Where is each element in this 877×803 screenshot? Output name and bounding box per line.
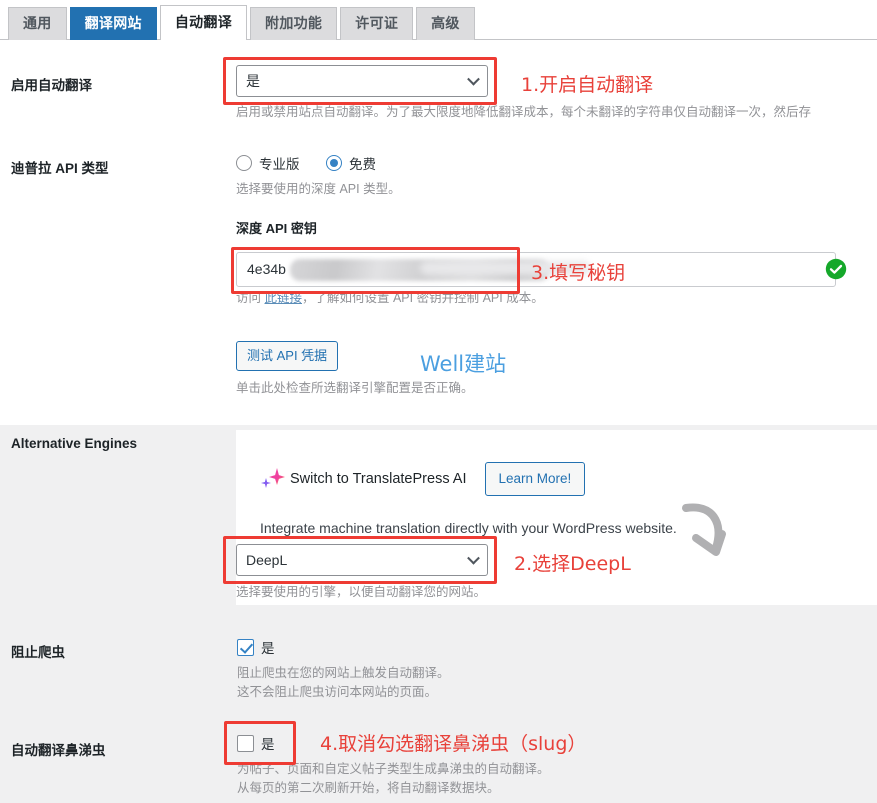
annotation-step3: 3.填写秘钥 (531, 262, 626, 284)
radio-pro-label: 专业版 (259, 157, 300, 172)
label-deepl-api-type: 迪普拉 API 类型 (11, 161, 109, 176)
label-block-crawlers: 阻止爬虫 (11, 645, 65, 660)
promo-title: Switch to TranslatePress AI (290, 471, 467, 487)
tab-general[interactable]: 通用 (8, 7, 67, 40)
api-key-description: 访问 此链接，了解如何设置 API 密钥并控制 API 成本。 (236, 290, 544, 307)
block-crawlers-checkbox-label: 是 (261, 641, 275, 656)
promo-subtitle: Integrate machine translation directly w… (260, 520, 677, 536)
annotation-step2: 2.选择DeepL (514, 553, 631, 575)
tab-translate-site[interactable]: 翻译网站 (69, 7, 157, 40)
api-key-value: 4e34b (247, 261, 286, 277)
api-key-desc-before: 访问 (236, 291, 265, 305)
annotation-step1: 1.开启自动翻译 (521, 74, 654, 96)
test-api-description: 单击此处检查所选翻译引擎配置是否正确。 (236, 381, 474, 395)
translation-engine-select[interactable]: DeepL (236, 544, 488, 576)
block-crawlers-checkbox-option[interactable]: 是 (237, 637, 275, 657)
auto-translate-slugs-description-1: 为帖子、页面和自定义帖子类型生成鼻涕虫的自动翻译。 (237, 762, 550, 776)
auto-translate-slugs-checkbox-label: 是 (261, 737, 275, 752)
tab-license[interactable]: 许可证 (340, 7, 414, 40)
settings-page: 通用 翻译网站 自动翻译 附加功能 许可证 高级 启用自动翻译 是 启用或禁用站… (0, 0, 877, 803)
auto-translate-slugs-checkbox[interactable] (237, 734, 254, 752)
learn-more-button[interactable]: Learn More! (484, 462, 586, 496)
api-key-desc-after: ，了解如何设置 API 密钥并控制 API 成本。 (302, 291, 544, 305)
tab-automatic-translation[interactable]: 自动翻译 (159, 5, 248, 41)
row-deepl-api-type: 迪普拉 API 类型 专业版 免费 选择要使用的深度 API 类型。 (0, 150, 877, 196)
radio-free-label: 免费 (348, 157, 376, 172)
chevron-down-icon (467, 72, 480, 86)
api-key-redaction (290, 259, 590, 281)
valid-check-icon (825, 258, 847, 280)
radio-option-pro[interactable]: 专业版 (236, 153, 300, 173)
label-alternative-engines: Alternative Engines (11, 436, 138, 451)
radio-free-input[interactable] (325, 155, 342, 171)
tab-addons[interactable]: 附加功能 (250, 7, 338, 40)
label-enable-auto-translation: 启用自动翻译 (11, 78, 92, 93)
tab-advanced[interactable]: 高级 (416, 7, 475, 40)
block-crawlers-checkbox[interactable] (237, 638, 254, 656)
watermark-well-jianzhan: Well建站 (420, 352, 507, 376)
row-enable-auto-translation: 启用自动翻译 是 启用或禁用站点自动翻译。为了最大限度地降低翻译成本，每个未翻译… (0, 60, 877, 130)
test-api-credentials-button[interactable]: 测试 API 凭据 (236, 341, 339, 371)
translatepress-ai-promo-card: Switch to TranslatePress AI Learn More! … (236, 430, 877, 605)
api-key-help-link[interactable]: 此链接 (264, 291, 302, 305)
enable-auto-translation-value: 是 (246, 73, 260, 89)
auto-translate-slugs-checkbox-option[interactable]: 是 (237, 733, 275, 753)
radio-pro-input[interactable] (236, 155, 252, 171)
translation-engine-value: DeepL (246, 552, 288, 568)
auto-translate-slugs-description-2: 从每页的第二次刷新开始，将自动翻译数据块。 (237, 781, 500, 795)
annotation-step4: 4.取消勾选翻译鼻涕虫（slug） (320, 733, 587, 755)
block-crawlers-description-2: 这不会阻止爬虫访问本网站的页面。 (237, 685, 438, 699)
label-auto-translate-slugs: 自动翻译鼻涕虫 (11, 743, 106, 758)
deepl-api-type-description: 选择要使用的深度 API 类型。 (236, 182, 401, 196)
settings-tab-bar: 通用 翻译网站 自动翻译 附加功能 许可证 高级 (0, 0, 877, 41)
translation-engine-description: 选择要使用的引擎，以便自动翻译您的网站。 (236, 585, 487, 599)
enable-auto-translation-description: 启用或禁用站点自动翻译。为了最大限度地降低翻译成本，每个未翻译的字符串仅自动翻译… (236, 105, 812, 119)
sparkle-icon (260, 466, 286, 492)
block-crawlers-description-1: 阻止爬虫在您的网站上触发自动翻译。 (237, 666, 450, 680)
chevron-down-icon (467, 551, 480, 565)
curved-arrow-icon (678, 500, 748, 577)
enable-auto-translation-select[interactable]: 是 (236, 65, 488, 97)
radio-option-free[interactable]: 免费 (325, 153, 376, 173)
api-key-subheading: 深度 API 密钥 (236, 221, 317, 236)
